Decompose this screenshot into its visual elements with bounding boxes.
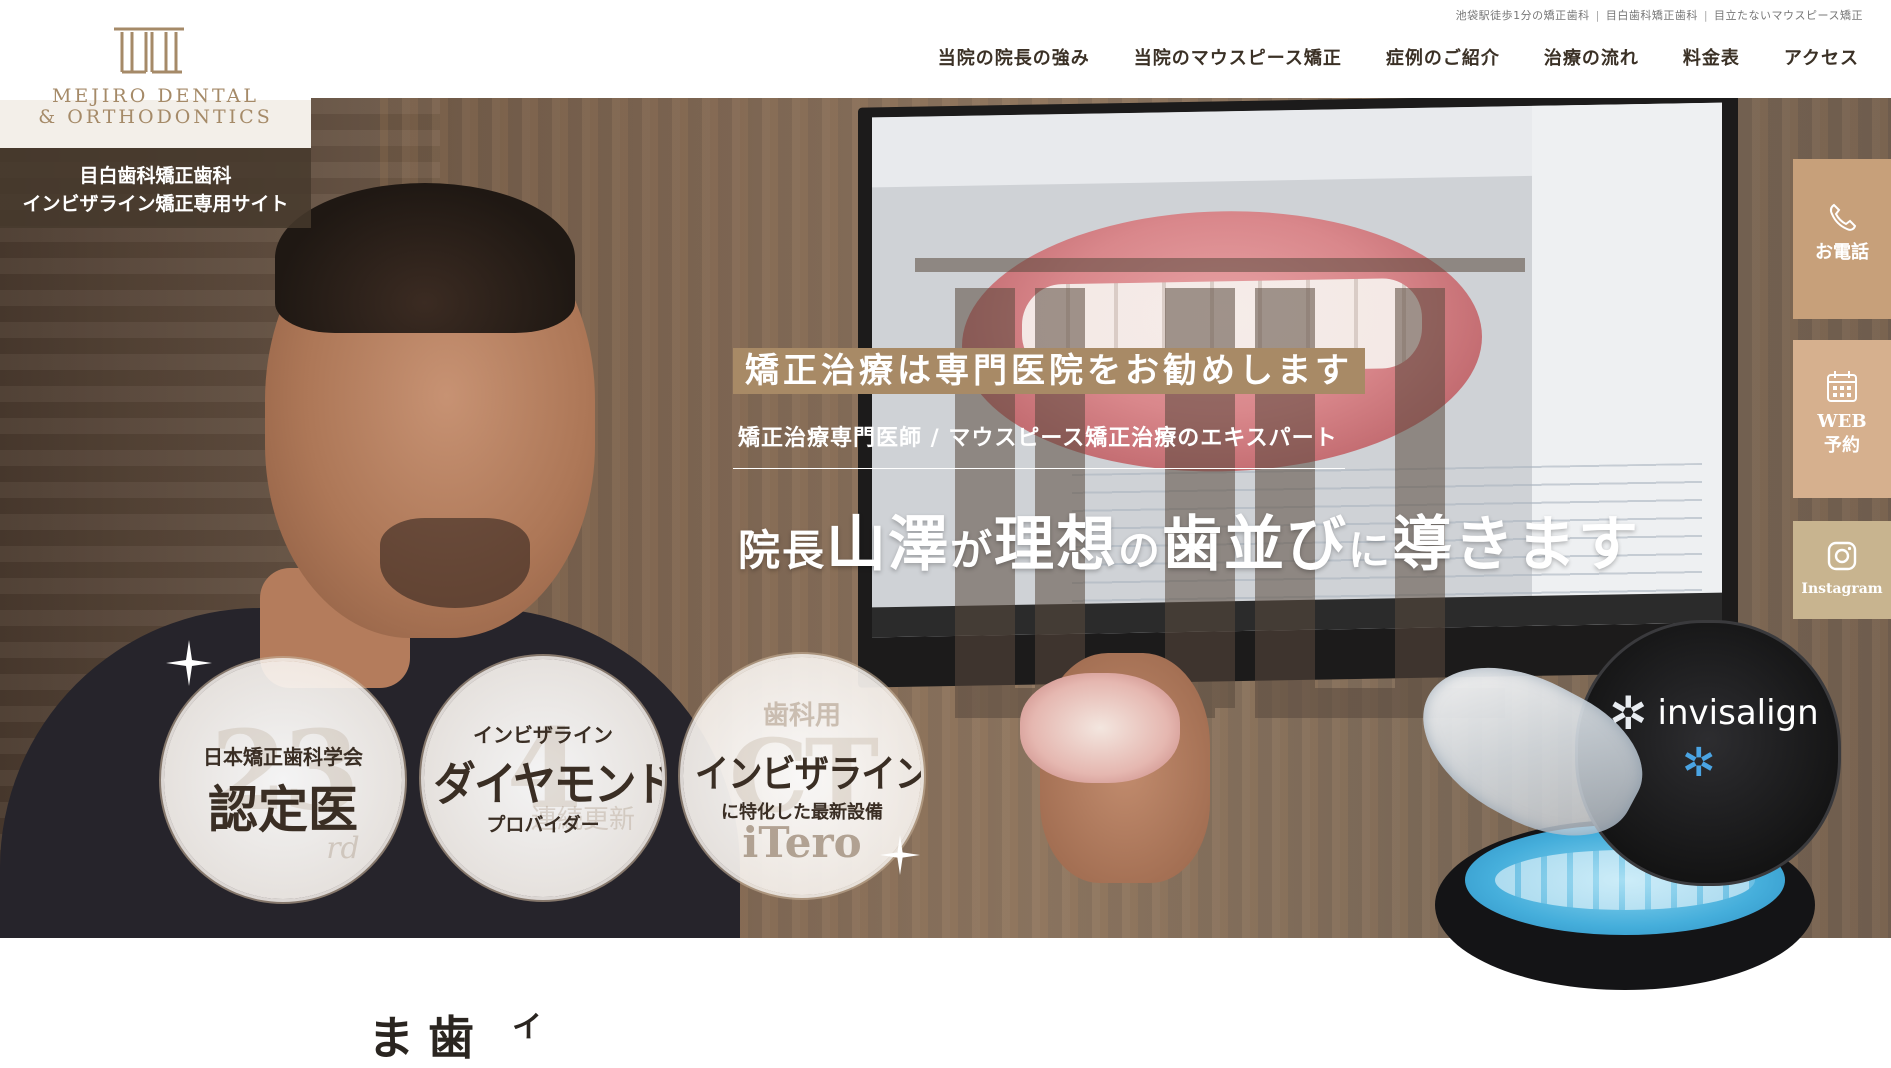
nav-item-access[interactable]: アクセス bbox=[1784, 44, 1859, 70]
sparkle-icon bbox=[880, 835, 920, 875]
tagline-line2: インビザライン矯正専用サイト bbox=[22, 193, 289, 215]
dental-model-image bbox=[1020, 673, 1180, 783]
top-links: 池袋駅徒歩1分の矯正歯科 | 目白歯科矯正歯科 | 目立たないマウスピース矯正 bbox=[1455, 9, 1863, 22]
phone-button[interactable]: お電話 bbox=[1793, 159, 1891, 319]
badge-certified-orthodontist: 23 rd 日本矯正歯科学会 認定医 bbox=[164, 661, 402, 899]
tagline-line1: 目白歯科矯正歯科 bbox=[79, 165, 232, 187]
logo-mark-icon bbox=[114, 27, 184, 74]
nav-item-director-strengths[interactable]: 当院の院長の強み bbox=[938, 44, 1090, 70]
logo-line2: & ORTHODONTICS bbox=[38, 106, 273, 128]
nav-item-pricing[interactable]: 料金表 bbox=[1683, 44, 1740, 70]
invisalign-logo: ✲ invisalign bbox=[1609, 686, 1819, 740]
logo-line1: MEJIRO DENTAL bbox=[51, 85, 260, 107]
top-link[interactable]: 池袋駅徒歩1分の矯正歯科 bbox=[1456, 9, 1590, 22]
instagram-button[interactable]: Instagram bbox=[1793, 521, 1891, 619]
top-link[interactable]: 目白歯科矯正歯科 bbox=[1606, 9, 1698, 22]
logo[interactable]: MEJIRO DENTAL & ORTHODONTICS bbox=[0, 0, 311, 148]
invisalign-blue-star-icon: ✲ bbox=[1682, 740, 1716, 786]
hero-headline: 院長山澤が理想の歯並びに導きます bbox=[738, 510, 1641, 580]
hero-divider bbox=[733, 468, 1345, 469]
site-tagline: 目白歯科矯正歯科 インビザライン矯正専用サイト bbox=[0, 148, 311, 228]
web-reservation-button[interactable]: WEB 予約 bbox=[1793, 340, 1891, 498]
nav-item-cases[interactable]: 症例のご紹介 bbox=[1386, 44, 1500, 70]
hero-label: 矯正治療は専門医院をお勧めします bbox=[733, 348, 1365, 394]
instagram-icon bbox=[1827, 541, 1857, 571]
sparkle-icon bbox=[166, 640, 212, 686]
web-label-line1: WEB bbox=[1817, 411, 1867, 432]
main-nav: 当院の院長の強み 当院のマウスピース矯正 症例のご紹介 治療の流れ 料金表 アク… bbox=[894, 44, 1859, 70]
logo-text: MEJIRO DENTAL & ORTHODONTICS bbox=[0, 86, 311, 128]
nav-item-mouthpiece[interactable]: 当院のマウスピース矯正 bbox=[1134, 44, 1342, 70]
nav-item-treatment-flow[interactable]: 治療の流れ bbox=[1544, 44, 1639, 70]
section-heading: ま歯イ bbox=[368, 1010, 556, 1065]
calendar-icon bbox=[1827, 371, 1857, 402]
badge-invisalign-diamond: 4 連続更新 インビザライン ダイヤモンド プロバイダー bbox=[424, 659, 662, 897]
top-link[interactable]: 目立たないマウスピース矯正 bbox=[1714, 9, 1863, 22]
invisalign-case-image: ✲ invisalign ✲ bbox=[1395, 620, 1845, 1000]
hero-subtitle: 矯正治療専門医師 / マウスピース矯正治療のエキスパート bbox=[738, 425, 1338, 451]
phone-icon bbox=[1829, 203, 1857, 231]
web-label-line2: 予約 bbox=[1824, 435, 1860, 456]
instagram-label: Instagram bbox=[1801, 581, 1883, 597]
phone-label: お電話 bbox=[1815, 242, 1869, 263]
invisalign-star-icon: ✲ bbox=[1609, 686, 1648, 740]
